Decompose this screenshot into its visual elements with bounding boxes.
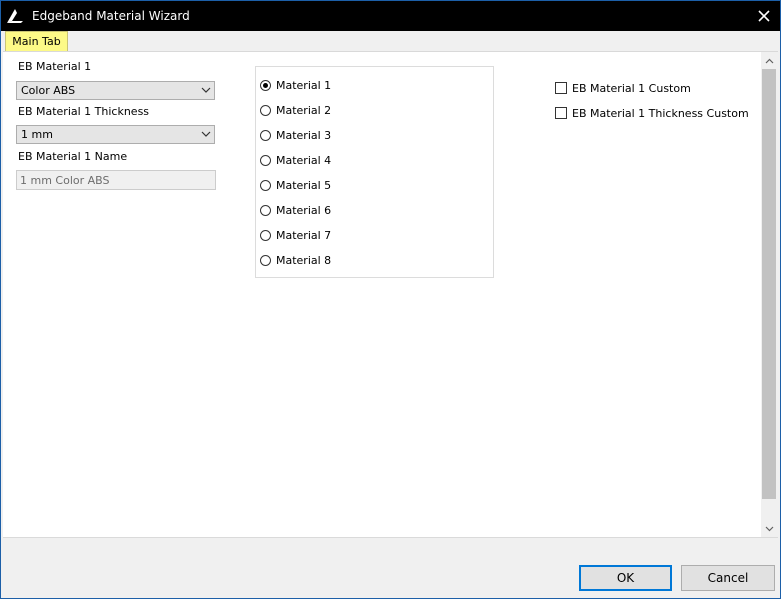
tab-main-label: Main Tab: [12, 35, 61, 48]
checkbox-label: EB Material 1 Thickness Custom: [572, 106, 749, 120]
radio-indicator: [260, 204, 271, 216]
close-button[interactable]: [752, 5, 776, 27]
radio-indicator: [260, 254, 271, 266]
name-label: EB Material 1 Name: [18, 150, 128, 163]
radio-indicator: [260, 129, 271, 141]
name-field-value: 1 mm Color ABS: [20, 174, 110, 187]
cancel-button[interactable]: Cancel: [681, 565, 775, 591]
thickness-select[interactable]: 1 mm: [16, 125, 215, 144]
radio-material-8[interactable]: Material 8: [260, 252, 331, 268]
radio-indicator: [260, 104, 271, 116]
wizard-window: Edgeband Material Wizard Main Tab EB Mat…: [0, 0, 781, 599]
chevron-down-icon: [201, 87, 211, 93]
material-select[interactable]: Color ABS: [16, 81, 215, 100]
dialog-footer: OK Cancel: [3, 537, 778, 598]
checkbox-label: EB Material 1 Custom: [572, 81, 691, 95]
radio-material-3[interactable]: Material 3: [260, 127, 331, 143]
radio-label: Material 3: [276, 128, 332, 142]
checkbox-thickness-custom[interactable]: EB Material 1 Thickness Custom: [555, 105, 749, 121]
radio-label: Material 6: [276, 203, 332, 217]
vertical-scrollbar[interactable]: [761, 52, 778, 537]
checkbox-box: [555, 82, 567, 94]
radio-label: Material 7: [276, 228, 332, 242]
tab-main[interactable]: Main Tab: [5, 31, 68, 51]
chevron-up-icon: [765, 58, 774, 63]
radio-indicator: [260, 229, 271, 241]
main-panel: EB Material 1 Color ABS EB Material 1 Th…: [3, 52, 778, 537]
radio-material-1[interactable]: Material 1: [260, 77, 331, 93]
radio-label: Material 2: [276, 103, 332, 117]
thickness-select-value: 1 mm: [21, 128, 53, 141]
ok-button[interactable]: OK: [579, 565, 672, 591]
chevron-down-icon: [201, 131, 211, 137]
radio-label: Material 5: [276, 178, 332, 192]
close-icon: [758, 10, 770, 22]
material-select-value: Color ABS: [21, 84, 76, 97]
scroll-down-button[interactable]: [761, 520, 778, 537]
window-title: Edgeband Material Wizard: [32, 9, 190, 23]
chevron-down-icon: [765, 526, 774, 531]
edgeband-app-icon: [7, 9, 23, 23]
radio-label: Material 4: [276, 153, 332, 167]
radio-indicator: [260, 154, 271, 166]
material-radio-group: Material 1 Material 2 Material 3 Materia…: [255, 66, 494, 278]
checkbox-box: [555, 107, 567, 119]
radio-material-2[interactable]: Material 2: [260, 102, 331, 118]
radio-indicator: [260, 179, 271, 191]
radio-label: Material 8: [276, 253, 332, 267]
name-field[interactable]: 1 mm Color ABS: [16, 170, 216, 190]
radio-material-6[interactable]: Material 6: [260, 202, 331, 218]
checkbox-material-custom[interactable]: EB Material 1 Custom: [555, 80, 691, 96]
tab-strip: Main Tab: [3, 31, 778, 52]
title-bar: Edgeband Material Wizard: [1, 1, 780, 31]
scroll-thumb[interactable]: [762, 69, 776, 499]
radio-material-5[interactable]: Material 5: [260, 177, 331, 193]
material-label: EB Material 1: [18, 60, 92, 73]
radio-material-7[interactable]: Material 7: [260, 227, 331, 243]
radio-material-4[interactable]: Material 4: [260, 152, 331, 168]
radio-indicator: [260, 79, 271, 91]
scroll-up-button[interactable]: [761, 52, 778, 69]
thickness-label: EB Material 1 Thickness: [18, 105, 150, 118]
radio-label: Material 1: [276, 78, 332, 92]
